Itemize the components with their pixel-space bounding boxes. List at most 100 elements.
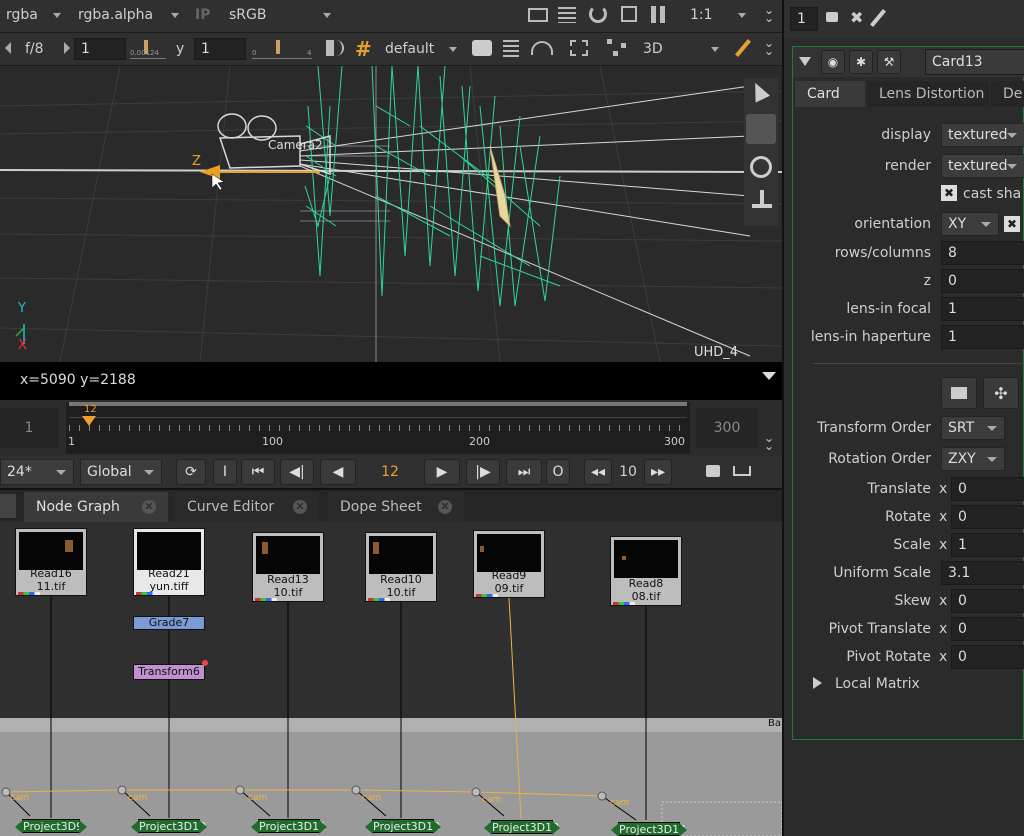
move-tool-icon[interactable] — [746, 114, 776, 144]
project3d-node[interactable]: Project3D9 — [15, 819, 87, 834]
graph-icon[interactable] — [503, 40, 519, 57]
rotate-input[interactable]: 0 — [951, 505, 1024, 529]
alpha-dropdown[interactable]: rgba.alpha — [78, 7, 153, 23]
select-region-icon[interactable] — [570, 40, 588, 56]
colorspace-dropdown[interactable]: sRGB — [229, 7, 266, 23]
panel-menu-handle[interactable] — [0, 494, 16, 518]
timeline-ruler[interactable]: 1 100 200 300 12 — [66, 402, 690, 454]
tab-more[interactable]: De — [991, 81, 1024, 107]
next-keyframe-button[interactable]: |▶ — [466, 459, 500, 485]
clear-panels-icon[interactable]: ✖ — [850, 8, 863, 27]
gamma-input[interactable]: 1 — [194, 38, 246, 60]
pause-icon[interactable] — [651, 6, 656, 23]
proxy-icon[interactable] — [621, 6, 637, 22]
step-field[interactable]: 10 — [614, 459, 642, 485]
read-node-read9[interactable]: Read9 09.tif — [473, 530, 545, 598]
close-icon[interactable]: ✕ — [438, 500, 452, 514]
gain-slider[interactable]: 0.00124 — [130, 40, 166, 59]
bug-button[interactable]: ✱ — [849, 50, 873, 74]
playhead-marker[interactable] — [82, 416, 96, 426]
uniform-scale-input[interactable]: 3.1 — [941, 561, 1024, 585]
double-chevron-icon[interactable]: ⌄ ⌄ — [764, 432, 774, 452]
transform-node[interactable]: Transform6 — [133, 664, 205, 680]
last-frame-button[interactable]: ⏭ — [506, 459, 542, 485]
node-graph-canvas[interactable]: Ba Read16 11.tif Read21 yun.tiff Read13 10 — [0, 522, 782, 836]
rotate-tool-icon[interactable] — [750, 156, 772, 178]
edit-icon[interactable] — [870, 9, 886, 27]
in-point-button[interactable]: I — [213, 459, 237, 485]
viewer-3d-viewport[interactable]: Camera2 Z Y X UHD_4 — [0, 66, 782, 362]
gain-input[interactable]: 1 — [74, 38, 126, 60]
curve-icon[interactable] — [531, 41, 553, 55]
grid-icon[interactable]: # — [355, 37, 372, 61]
tab-curve-editor[interactable]: Curve Editor ✕ — [175, 492, 319, 522]
cast-shadow-checkbox[interactable]: ✖ — [941, 185, 957, 201]
lock-icon[interactable] — [826, 12, 838, 22]
timeline-end[interactable]: 300 — [696, 408, 758, 448]
tab-dope-sheet[interactable]: Dope Sheet ✕ — [328, 492, 464, 522]
read-node-read13[interactable]: Read13 10.tif — [252, 532, 324, 602]
tab-card[interactable]: Card — [795, 81, 865, 107]
read-node-read8[interactable]: Read8 08.tif — [610, 536, 682, 606]
double-chevron-icon[interactable]: ⌄ ⌄ — [764, 37, 774, 57]
view-mode-dropdown[interactable]: 3D — [643, 41, 663, 57]
read-node-read21[interactable]: Read21 yun.tiff — [133, 528, 205, 596]
local-matrix-label[interactable]: Local Matrix — [835, 676, 920, 692]
project3d-node[interactable]: Project3D13 — [484, 820, 560, 835]
expand-triangle-icon[interactable] — [813, 677, 822, 689]
file-button[interactable] — [941, 377, 977, 409]
scale-input[interactable]: 1 — [951, 533, 1024, 557]
rotation-order-dropdown[interactable]: ZXY — [941, 447, 1005, 471]
tab-lens-distortion[interactable]: Lens Distortion — [867, 81, 989, 107]
project3d-node[interactable]: Project3D14 — [611, 822, 687, 836]
transform-handles-icon[interactable] — [607, 39, 627, 57]
center-node-button[interactable]: ◉ — [821, 50, 845, 74]
play-backward-button[interactable]: ◀ — [320, 459, 356, 485]
lens-focal-input[interactable]: 1 — [941, 297, 1024, 321]
first-frame-button[interactable]: ⏮ — [241, 459, 275, 485]
grade-node[interactable]: Grade7 — [133, 616, 205, 630]
channels-dropdown[interactable]: rgba — [6, 7, 38, 23]
step-back-button[interactable]: ◂◂ — [584, 459, 612, 485]
menu-triangle-icon[interactable] — [762, 372, 776, 380]
roi-icon[interactable] — [528, 8, 548, 22]
pivot-translate-input[interactable]: 0 — [951, 617, 1024, 641]
project3d-node[interactable]: Project3D11 — [251, 819, 327, 834]
double-chevron-icon[interactable]: ⌄ ⌄ — [764, 4, 774, 24]
clipping-icon[interactable] — [326, 40, 344, 56]
skew-input[interactable]: 0 — [951, 589, 1024, 613]
rows-columns-input[interactable]: 8 — [941, 241, 1024, 265]
loop-mode-button[interactable]: ⟳ — [176, 459, 206, 485]
settings-button[interactable]: ⚒ — [877, 50, 901, 74]
next-fstop-icon[interactable] — [64, 42, 70, 54]
collapse-icon[interactable] — [799, 57, 811, 66]
lens-haperture-input[interactable]: 1 — [941, 325, 1024, 349]
z-input[interactable]: 0 — [941, 269, 1024, 293]
timeline-options-icon[interactable] — [733, 466, 751, 476]
panel-splitter[interactable] — [782, 0, 784, 836]
project3d-node[interactable]: Project3D10 — [131, 819, 207, 834]
lock-icon[interactable] — [706, 465, 720, 477]
scanlines-icon[interactable] — [558, 7, 576, 23]
read-node-read10[interactable]: Read10 10.tif — [365, 532, 437, 602]
prev-fstop-icon[interactable] — [5, 42, 11, 54]
transform-order-dropdown[interactable]: SRT — [941, 416, 1005, 440]
panel-splitter[interactable] — [0, 488, 782, 490]
timeline-start[interactable]: 1 — [0, 408, 58, 448]
pick-color-icon[interactable] — [735, 39, 751, 57]
prev-keyframe-button[interactable]: ◀| — [280, 459, 314, 485]
scope-dropdown[interactable]: Global — [80, 459, 162, 485]
translate-input[interactable]: 0 — [951, 477, 1024, 501]
pivot-rotate-input[interactable]: 0 — [951, 645, 1024, 669]
lut-dropdown[interactable]: default — [385, 41, 434, 57]
camera-icon[interactable] — [472, 40, 492, 56]
gamma-slider[interactable]: 0 4 — [252, 40, 312, 59]
fps-dropdown[interactable]: 24* — [0, 459, 74, 485]
tab-node-graph[interactable]: Node Graph ✕ — [24, 492, 168, 522]
step-forward-button[interactable]: ▸▸ — [644, 459, 672, 485]
orientation-checkbox[interactable]: ✖ — [1004, 216, 1020, 232]
close-icon[interactable]: ✕ — [293, 500, 307, 514]
refresh-icon[interactable] — [589, 5, 607, 23]
render-dropdown[interactable]: textured — [941, 154, 1024, 178]
scale-tool-icon[interactable] — [752, 190, 772, 210]
